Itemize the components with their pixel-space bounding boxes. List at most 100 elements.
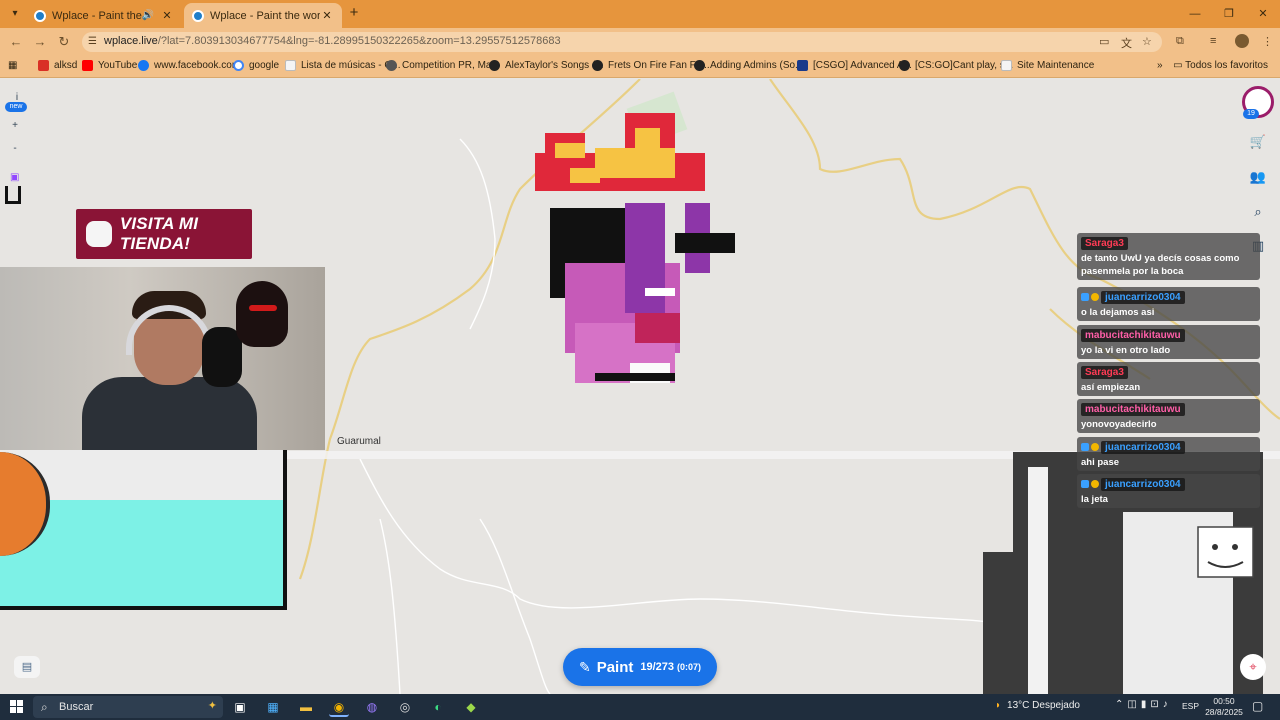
bookmark-label: Site Maintenance	[1017, 60, 1095, 71]
calculator-icon[interactable]: ▦	[263, 697, 283, 717]
brush-icon: ✎	[578, 658, 591, 675]
bookmark-label: AlexTaylor's Songs (...	[505, 60, 604, 71]
weather-text: 13°C Despejado	[1007, 700, 1080, 711]
bookmark-label: YouTube	[98, 60, 138, 71]
bookmark-item[interactable]: alksd	[38, 60, 77, 71]
chat-message: juancarrizo0304 o la dejamos asi	[1077, 287, 1260, 321]
language-indicator[interactable]: ESP	[1182, 701, 1199, 711]
profile-avatar[interactable]	[1235, 34, 1249, 48]
file-explorer-icon[interactable]: ▬	[296, 697, 316, 717]
chat-username: juancarrizo0304	[1101, 441, 1185, 454]
chat-message: mabucitachikitauwu yo la vi en otro lado	[1077, 325, 1260, 359]
zoom-in-button[interactable]: +	[4, 120, 26, 136]
close-window-icon[interactable]: ✕	[1246, 0, 1280, 28]
google-icon	[233, 60, 244, 71]
chat-username: mabucitachikitauwu	[1081, 329, 1185, 342]
minimize-icon[interactable]: —	[1178, 0, 1212, 28]
search-icon: ⌕	[41, 700, 48, 714]
twitch-icon[interactable]: ▣	[10, 173, 20, 183]
all-bookmarks[interactable]: ▭ Todos los favoritos	[1173, 60, 1268, 71]
locate-icon[interactable]: ⌖	[1240, 654, 1266, 680]
windows-start-icon[interactable]	[10, 700, 24, 714]
apps-icon[interactable]: ▦	[8, 60, 17, 71]
bookmark-item[interactable]: Competition PR, Ma...	[386, 60, 500, 71]
taskbar-search[interactable]: ⌕ Buscar ✦	[33, 696, 223, 718]
speaker-icon[interactable]: 🔊	[142, 10, 154, 21]
tab-1[interactable]: Wplace - Paint the wo 🔊 ✕	[26, 3, 182, 28]
obs-icon[interactable]: ◎	[395, 697, 415, 717]
paint-button[interactable]: ✎ Paint 19/273 (0:07)	[563, 648, 717, 686]
demon-mask	[236, 281, 288, 347]
system-tray[interactable]: ⌃◫▮⊡♪	[1115, 699, 1172, 710]
reload-icon[interactable]: ↻	[56, 34, 72, 50]
bookmark-item[interactable]: Lista de músicas - G...	[285, 60, 400, 71]
install-app-icon[interactable]: ▭	[1099, 35, 1109, 48]
folder-icon	[797, 60, 808, 71]
more-bookmarks-icon[interactable]: »	[1157, 60, 1163, 71]
app-icon[interactable]: ◆	[461, 697, 481, 717]
notifications-icon[interactable]: ▢	[1252, 699, 1263, 713]
chat-message: Saraga3 así empiezan	[1077, 362, 1260, 396]
badge-icon	[1091, 443, 1099, 451]
bookmark-item[interactable]: google	[233, 60, 279, 71]
bookmark-item[interactable]: Frets On Fire Fan Fo...	[592, 60, 710, 71]
restore-icon[interactable]: ❐	[1212, 0, 1246, 28]
menu-kebab-icon[interactable]: ⋮	[1262, 35, 1273, 48]
chat-text: la jeta	[1081, 494, 1108, 505]
media-controls-icon[interactable]: ≡	[1210, 35, 1216, 47]
mascot-icon	[86, 221, 112, 247]
bookmark-item[interactable]: Adding Admins (So...	[694, 60, 803, 71]
cart-icon[interactable]: 🛒	[1248, 132, 1268, 152]
chat-text: yonovoyadecirlo	[1081, 419, 1157, 430]
bookmark-item[interactable]: [CS:GO]Cant play, s...	[899, 60, 1013, 71]
webcam-overlay	[0, 267, 325, 450]
store-banner-text: VISITA MI TIENDA!	[119, 214, 199, 253]
back-icon[interactable]: ←	[8, 34, 24, 50]
page-icon	[694, 60, 705, 71]
user-avatar[interactable]: 19	[1242, 86, 1274, 119]
translate-icon[interactable]: 文	[1121, 35, 1132, 51]
tab-bar: ▾ Wplace - Paint the wo 🔊 ✕ Wplace - Pai…	[0, 0, 1280, 28]
badge-icon	[1091, 480, 1099, 488]
chat-text: así empiezan	[1081, 382, 1141, 393]
extensions-icon[interactable]: ⧉	[1176, 35, 1184, 48]
map-canvas[interactable]: Guarumal i new + - ▣ VISITA MI TIENDA! 1…	[0, 79, 1280, 694]
clock-date: 28/8/2025	[1205, 707, 1243, 717]
forward-icon[interactable]: →	[32, 34, 48, 50]
zoom-out-button[interactable]: -	[4, 143, 26, 159]
store-banner[interactable]: VISITA MI TIENDA!	[76, 209, 252, 259]
search-placeholder: Buscar	[59, 701, 94, 713]
badge-icon	[1081, 443, 1089, 451]
chat-message: juancarrizo0304 la jeta	[1077, 474, 1260, 508]
tab-2[interactable]: Wplace - Paint the world ✕	[184, 3, 342, 28]
bookmark-item[interactable]: [CSGO] Advanced A...	[797, 60, 912, 71]
alliance-icon[interactable]: 👥	[1248, 167, 1268, 187]
close-tab-icon[interactable]: ✕	[320, 9, 334, 22]
bookmark-star-icon[interactable]: ☆	[1142, 35, 1152, 48]
page-icon	[386, 60, 397, 71]
discord-icon[interactable]: ◍	[362, 697, 382, 717]
url-text[interactable]: wplace.live/?lat=7.803913034677754&lng=-…	[104, 35, 561, 47]
chrome-icon[interactable]: ◉	[329, 697, 349, 717]
all-bookmarks-label: Todos los favoritos	[1185, 60, 1268, 71]
app-icon[interactable]: ◐	[428, 697, 448, 717]
clock[interactable]: 00:50 28/8/2025	[1202, 696, 1246, 718]
chat-username: juancarrizo0304	[1101, 291, 1185, 304]
site-info-icon[interactable]: ☰	[88, 36, 100, 48]
bookmark-item[interactable]: YouTube	[82, 60, 137, 71]
bookmark-label: Competition PR, Ma...	[402, 60, 500, 71]
weather-widget[interactable]: ◗ 13°C Despejado	[995, 700, 1080, 711]
tab-list-button[interactable]: ▾	[6, 5, 24, 23]
search-map-icon[interactable]: ⌕	[1248, 202, 1268, 222]
pixel-count-badge: 19	[1243, 109, 1259, 119]
bookmarks-bar: ▦ alksd YouTube www.facebook.com google …	[0, 56, 1280, 78]
layers-icon[interactable]: ▤	[14, 656, 40, 678]
bookmark-item[interactable]: www.facebook.com	[138, 60, 240, 71]
bookmark-label: google	[249, 60, 280, 71]
new-tab-button[interactable]: +	[346, 5, 362, 21]
bookmark-item[interactable]: Site Maintenance	[1001, 60, 1094, 71]
close-tab-icon[interactable]: ✕	[160, 9, 174, 22]
page-icon	[489, 60, 500, 71]
task-view-icon[interactable]: ▣	[230, 697, 250, 717]
bookmark-item[interactable]: AlexTaylor's Songs (...	[489, 60, 604, 71]
